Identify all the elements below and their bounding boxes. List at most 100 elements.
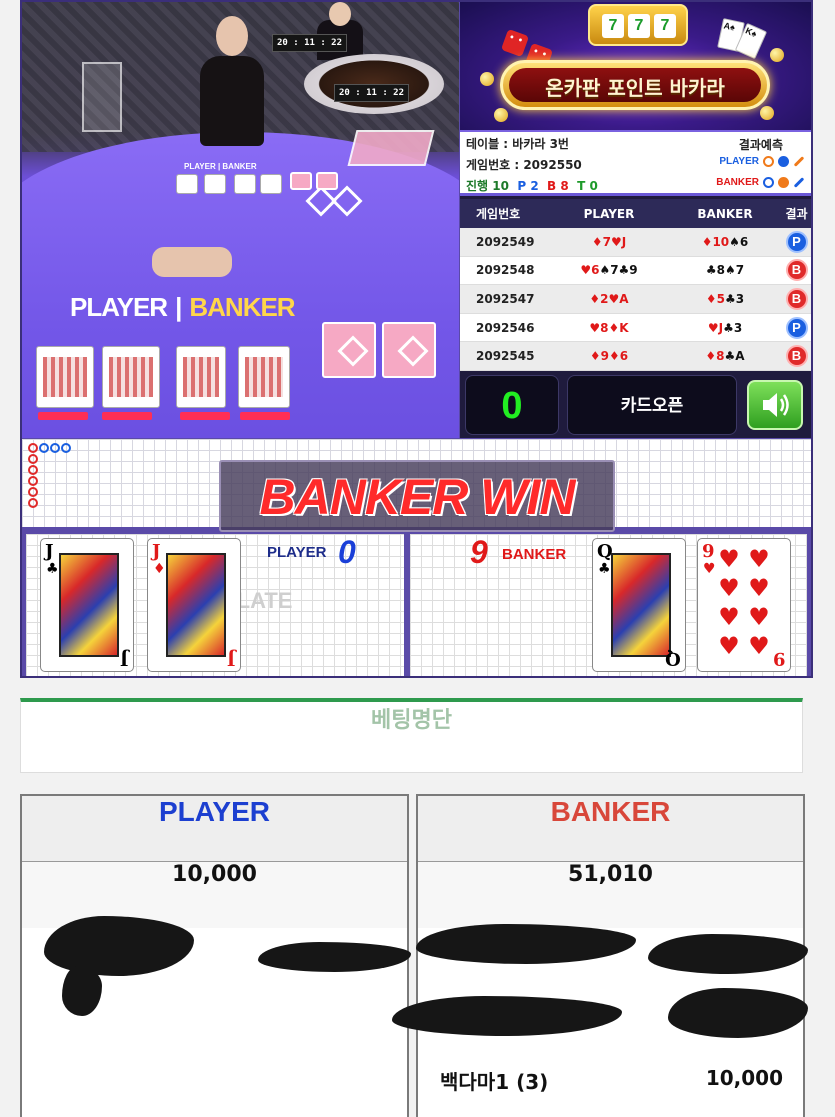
history-card: ♠7 xyxy=(725,263,745,278)
banker-card-2: 9 ♥ ♥ ♥ ♥ ♥ ♥ ♥ ♥ ♥ 9 xyxy=(697,538,791,672)
player-bets-header: PLAYER xyxy=(22,796,407,862)
player-score: 0 xyxy=(338,534,356,570)
bead-banker xyxy=(28,487,38,497)
slot-reel: 7 xyxy=(602,14,624,38)
table-name: 테이블 : 바카라 3번 xyxy=(466,137,569,151)
history-card: ♠7 xyxy=(599,263,619,278)
table-card-player-2 xyxy=(102,346,160,408)
history-banker-cards: ♣8♠7 xyxy=(670,263,780,277)
player-count: P 2 xyxy=(517,179,539,193)
bead-banker xyxy=(28,443,38,453)
card-shoe xyxy=(347,130,435,166)
bead-banker xyxy=(28,498,38,508)
card-back xyxy=(382,322,436,378)
card-suit: ♣ xyxy=(46,561,59,577)
bead-banker xyxy=(28,476,38,486)
prediction-player-label: PLAYER xyxy=(719,156,759,167)
marker-bar xyxy=(38,412,88,420)
game-number: 게임번호 : 2092550 xyxy=(466,158,582,172)
card-rank: J xyxy=(45,541,54,562)
slot-machine-icon: 7 7 7 xyxy=(588,4,688,46)
acrylic-stand xyxy=(82,62,122,132)
history-card: ♣8 xyxy=(705,263,725,278)
history-card: ♣3 xyxy=(725,291,745,306)
card-rank-bottom: J xyxy=(120,648,129,669)
marker-bar xyxy=(180,412,230,420)
history-player-cards: ♥8♦K xyxy=(548,321,670,335)
history-card: ♥J xyxy=(610,234,627,249)
history-card: ♦9 xyxy=(589,349,609,364)
history-card: ♥A xyxy=(608,291,629,306)
history-result-cell: B xyxy=(780,287,811,310)
card-rank: 9 xyxy=(702,541,715,562)
result-badge: P xyxy=(785,230,808,253)
sound-toggle-button[interactable] xyxy=(747,380,803,430)
promo-banner: 7 7 7 A♠ K♠ 온카판 포인트 바카라 xyxy=(460,2,811,130)
slash-icon xyxy=(793,156,805,167)
history-result-cell: B xyxy=(780,345,811,368)
game-info: 테이블 : 바카라 3번 게임번호 : 2092550 진행 10 P 2 B … xyxy=(460,130,811,196)
prediction-banker[interactable]: BANKER xyxy=(716,177,805,188)
dot-icon xyxy=(778,156,789,167)
history-row: 2092545 ♦9♦6 ♦8♣A B xyxy=(460,342,811,371)
redaction-scribble xyxy=(648,934,808,974)
game-area: 20 : 11 : 22 20 : 11 : 22 PLAYER | BANKE… xyxy=(20,0,813,678)
table-card xyxy=(204,174,226,194)
history-card: ♦2 xyxy=(589,291,609,306)
marker-bar xyxy=(102,412,152,420)
player-card-1: J ♣ J xyxy=(40,538,134,672)
redaction-scribble xyxy=(62,966,102,1016)
prediction-banker-label: BANKER xyxy=(716,177,759,188)
counter-display: 0 xyxy=(465,375,559,435)
card-rank-bottom: 9 xyxy=(773,648,786,669)
history-result-cell: P xyxy=(780,316,811,339)
card-back xyxy=(290,172,312,190)
history-table: 게임번호 PLAYER BANKER 결과 2092549 ♦7♥J ♦10♠6 P 2… xyxy=(460,199,811,371)
history-result-cell: P xyxy=(780,230,811,253)
history-card: ♦6 xyxy=(609,349,629,364)
table-print-player: PLAYER xyxy=(70,292,168,322)
banker-bet-name: 백다마1 (3) xyxy=(440,1070,549,1094)
banner-title: 온카판 포인트 바카라 xyxy=(545,76,725,100)
history-card: ♣9 xyxy=(618,263,638,278)
redaction-scribble xyxy=(44,916,194,976)
history-card: ♦K xyxy=(608,320,629,335)
history-banker-cards: ♦10♠6 xyxy=(670,235,780,249)
history-col-result: 결과 xyxy=(785,207,808,221)
dealer xyxy=(200,10,264,146)
history-card: ♣3 xyxy=(723,320,743,335)
history-player-cards: ♦7♥J xyxy=(548,235,670,249)
betting-list-title: 베팅명단 xyxy=(20,698,803,773)
history-row: 2092547 ♦2♥A ♦5♣3 B xyxy=(460,285,811,314)
banker-bets-total: 51,010 xyxy=(418,862,803,928)
player-score-label: PLAYER xyxy=(267,544,327,561)
bead-banker xyxy=(28,454,38,464)
table-print-banker: BANKER xyxy=(189,292,295,322)
history-game-number: 2092548 xyxy=(476,263,535,278)
history-banker-cards: ♦8♣A xyxy=(670,349,780,363)
banker-bets-column: BANKER 51,010 백다마1 (3) 10,000 xyxy=(392,794,808,1117)
card-back xyxy=(322,322,376,378)
history-game-number: 2092547 xyxy=(476,291,535,306)
player-card-2: J ♦ J xyxy=(147,538,241,672)
jack-face-icon xyxy=(166,553,226,657)
table-card-banker-1 xyxy=(176,346,226,408)
prediction-player[interactable]: PLAYER xyxy=(719,156,805,167)
history-rows: 2092549 ♦7♥J ♦10♠6 P 2092548 ♥6♠7♣9 ♣8♠7 B 20925… xyxy=(460,228,811,371)
history-header: 게임번호 PLAYER BANKER 결과 xyxy=(460,199,811,228)
history-player-cards: ♥6♠7♣9 xyxy=(548,263,670,277)
history-row: 2092548 ♥6♠7♣9 ♣8♠7 B xyxy=(460,257,811,286)
banker-count: B 8 xyxy=(547,179,569,193)
history-player-cards: ♦2♥A xyxy=(548,292,670,306)
card-open-button[interactable]: 카드오픈 xyxy=(567,375,737,435)
banner-plate: 온카판 포인트 바카라 xyxy=(500,60,770,110)
slot-reel: 7 xyxy=(628,14,650,38)
card-rank-bottom: Q xyxy=(665,648,681,669)
redaction-scribble xyxy=(668,988,808,1038)
bead-player xyxy=(61,443,71,453)
table-print-label: PLAYER | BANKER xyxy=(70,292,296,322)
history-col-banker: BANKER xyxy=(697,206,753,221)
history-card: ♥6 xyxy=(580,263,600,278)
app-root: 20 : 11 : 22 20 : 11 : 22 PLAYER | BANKE… xyxy=(0,0,835,1117)
dice-icon xyxy=(500,28,530,58)
